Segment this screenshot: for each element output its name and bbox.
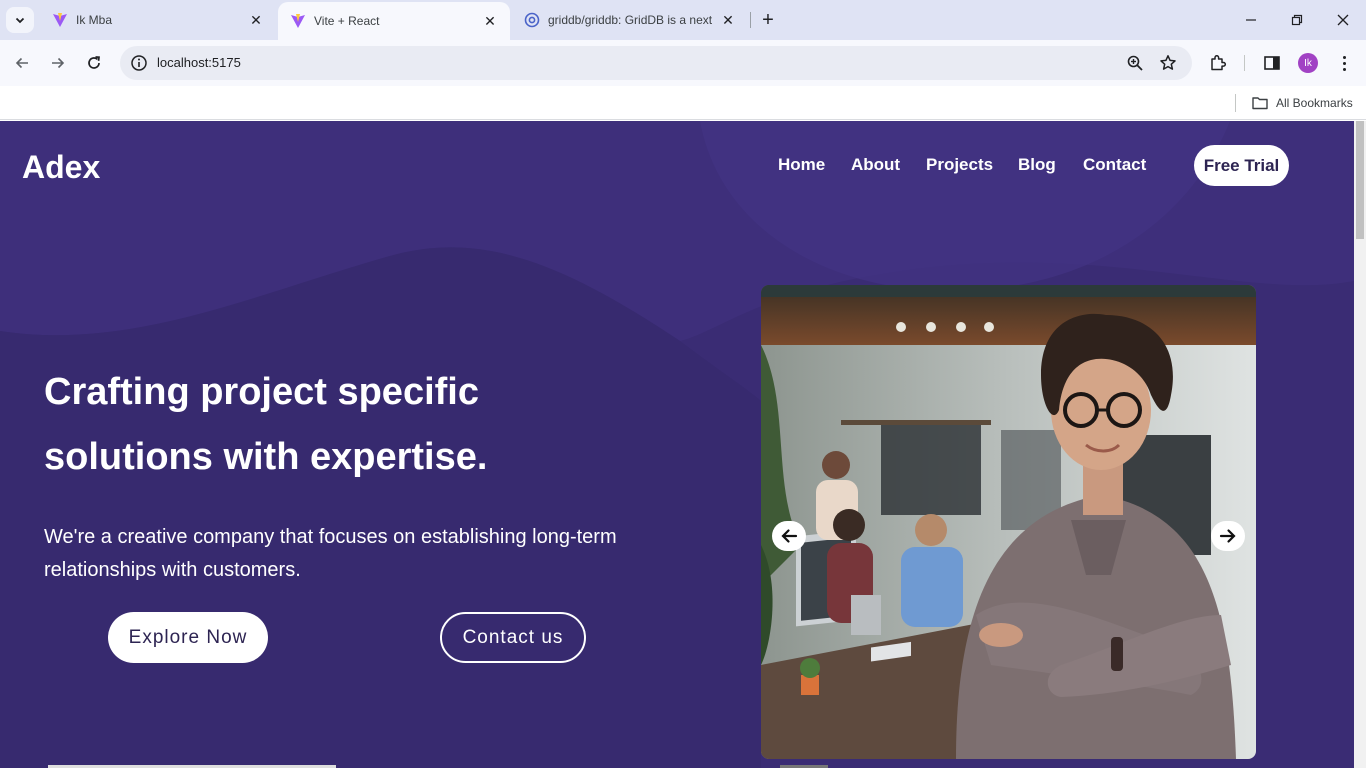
address-bar[interactable]: localhost:5175 [120, 46, 1192, 80]
all-bookmarks-button[interactable]: All Bookmarks [1252, 92, 1353, 114]
carousel-next-button[interactable] [1211, 521, 1245, 551]
carousel-prev-button[interactable] [772, 521, 806, 551]
arrow-left-icon [781, 529, 798, 543]
free-trial-button[interactable]: Free Trial [1194, 145, 1289, 186]
hero-image [761, 285, 1256, 759]
arrow-right-icon [1219, 529, 1236, 543]
profile-avatar[interactable]: Ik [1298, 53, 1318, 73]
github-icon [524, 12, 540, 28]
nav-contact[interactable]: Contact [1083, 155, 1146, 175]
bookmarks-divider [1235, 94, 1236, 112]
url-text: localhost:5175 [157, 55, 241, 70]
nav-blog[interactable]: Blog [1018, 155, 1056, 175]
chevron-down-icon [15, 17, 25, 24]
close-tab-icon[interactable]: ✕ [482, 13, 498, 29]
toolbar-divider [1244, 55, 1245, 71]
close-tab-icon[interactable]: ✕ [248, 12, 264, 28]
vertical-scrollbar[interactable] [1354, 121, 1366, 768]
nav-home[interactable]: Home [778, 155, 825, 175]
contact-us-button[interactable]: Contact us [440, 612, 586, 663]
arrow-right-icon [52, 57, 65, 69]
minimize-button[interactable] [1228, 0, 1274, 40]
star-icon[interactable] [1159, 54, 1177, 72]
tab-title: Ik Mba [76, 13, 113, 27]
tab-title: Vite + React [314, 14, 380, 28]
zoom-icon[interactable] [1126, 54, 1144, 72]
tab-divider [750, 12, 751, 28]
scrollbar-thumb[interactable] [1356, 121, 1364, 239]
side-panel-icon[interactable] [1262, 53, 1282, 73]
close-window-button[interactable] [1320, 0, 1366, 40]
explore-now-button[interactable]: Explore Now [108, 612, 268, 663]
extensions-icon[interactable] [1208, 53, 1228, 73]
nav-about[interactable]: About [851, 155, 900, 175]
bookmarks-bar: All Bookmarks [0, 86, 1366, 120]
new-tab-button[interactable]: + [758, 10, 778, 30]
reload-icon [88, 56, 100, 69]
hero-title-line-2: solutions with expertise. [44, 436, 488, 478]
close-tab-icon[interactable]: ✕ [720, 12, 736, 28]
close-icon [1337, 14, 1349, 26]
tab-ik-mba[interactable]: Ik Mba ✕ [40, 0, 276, 40]
folder-icon [1252, 97, 1268, 110]
hero-description-line-2: relationships with customers. [44, 559, 301, 581]
arrow-left-icon [15, 57, 28, 69]
site-logo[interactable]: Adex [22, 149, 100, 186]
restore-icon [1291, 14, 1303, 26]
vite-icon [291, 14, 305, 28]
minimize-icon [1246, 19, 1256, 21]
browser-toolbar: localhost:5175 Ik [0, 40, 1366, 86]
all-bookmarks-label: All Bookmarks [1276, 96, 1353, 110]
nav-projects[interactable]: Projects [926, 155, 993, 175]
office-woman-photo [761, 285, 1256, 759]
hero-description-line-1: We're a creative company that focuses on… [44, 526, 617, 548]
restore-button[interactable] [1274, 0, 1320, 40]
vite-icon [53, 13, 67, 27]
browser-menu-icon[interactable] [1336, 52, 1352, 74]
reload-button[interactable] [80, 49, 108, 77]
hero-title-line-1: Crafting project specific [44, 371, 479, 413]
page-viewport: Adex Home About Projects Blog Contact Fr… [0, 121, 1354, 768]
info-icon[interactable] [130, 54, 148, 72]
tab-griddb[interactable]: griddb/griddb: GridDB is a next ✕ [512, 0, 748, 40]
tab-vite-react[interactable]: Vite + React ✕ [278, 2, 510, 40]
tab-title: griddb/griddb: GridDB is a next [548, 13, 713, 27]
back-button[interactable] [8, 49, 36, 77]
forward-button[interactable] [44, 49, 72, 77]
tab-strip: Ik Mba ✕ Vite + React ✕ griddb/griddb: G… [0, 0, 1366, 40]
tab-search-button[interactable] [6, 7, 34, 33]
